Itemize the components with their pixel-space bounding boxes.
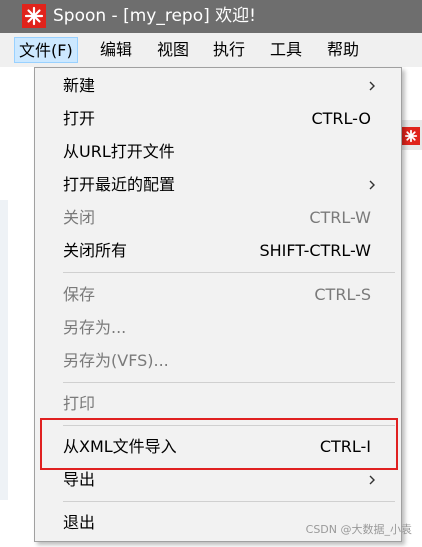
- menu-item-label: 退出: [63, 513, 96, 532]
- menu-item-shortcut: CTRL-W: [309, 208, 371, 227]
- menu-separator: [63, 382, 395, 383]
- menu-item-print[interactable]: 打印: [63, 389, 377, 419]
- menu-item-label: 关闭所有: [63, 241, 128, 260]
- watermark-text: CSDN @大数据_小袁: [305, 523, 412, 536]
- highlight-annotation-box: [40, 418, 398, 470]
- menubar-tools[interactable]: 工具: [270, 37, 302, 63]
- window-title: Spoon - [my_repo] 欢迎!: [53, 6, 256, 26]
- menu-item-shortcut: CTRL-O: [311, 109, 371, 128]
- spoon-app-icon: [22, 4, 46, 28]
- menu-item-label: 另存为(VFS)...: [63, 351, 169, 370]
- menu-bar: 文件(F) 编辑 视图 执行 工具 帮助: [0, 33, 422, 67]
- menu-item-label: 从URL打开文件: [63, 142, 175, 161]
- menu-item-open[interactable]: 打开 CTRL-O: [63, 104, 377, 134]
- background-panel-edge: [0, 200, 8, 500]
- background-window-icon: [402, 127, 420, 145]
- menu-item-label: 另存为...: [63, 318, 127, 337]
- menu-separator: [63, 272, 395, 273]
- menu-item-close-all[interactable]: 关闭所有 SHIFT-CTRL-W: [63, 236, 377, 266]
- title-bar: Spoon - [my_repo] 欢迎!: [0, 0, 422, 33]
- menu-item-label: 打开最近的配置: [63, 175, 176, 194]
- menubar-run[interactable]: 执行: [213, 37, 245, 63]
- menu-item-label: 打印: [63, 394, 96, 413]
- menu-item-label: 保存: [63, 285, 96, 304]
- menu-separator: [63, 501, 395, 502]
- menu-item-close[interactable]: 关闭 CTRL-W: [63, 203, 377, 233]
- menu-item-label: 关闭: [63, 208, 96, 227]
- chevron-right-icon: [369, 180, 375, 190]
- menu-item-new[interactable]: 新建: [63, 71, 377, 101]
- menu-item-open-url[interactable]: 从URL打开文件: [63, 137, 377, 167]
- chevron-right-icon: [369, 475, 375, 485]
- menu-item-shortcut: SHIFT-CTRL-W: [259, 241, 371, 260]
- menu-item-label: 打开: [63, 109, 96, 128]
- menu-item-label: 新建: [63, 76, 96, 95]
- menu-item-recent[interactable]: 打开最近的配置: [63, 170, 377, 200]
- menubar-edit[interactable]: 编辑: [100, 37, 132, 63]
- menubar-file[interactable]: 文件(F): [14, 37, 78, 63]
- file-menu-dropdown: 新建 打开 CTRL-O 从URL打开文件 打开最近的配置 关闭 CTRL-W …: [34, 67, 402, 542]
- menu-item-save[interactable]: 保存 CTRL-S: [63, 280, 377, 310]
- menu-item-save-as[interactable]: 另存为...: [63, 313, 377, 343]
- menu-item-shortcut: CTRL-S: [314, 285, 371, 304]
- menubar-view[interactable]: 视图: [157, 37, 189, 63]
- menu-item-save-as-vfs[interactable]: 另存为(VFS)...: [63, 346, 377, 376]
- chevron-right-icon: [369, 81, 375, 91]
- menubar-help[interactable]: 帮助: [327, 37, 359, 63]
